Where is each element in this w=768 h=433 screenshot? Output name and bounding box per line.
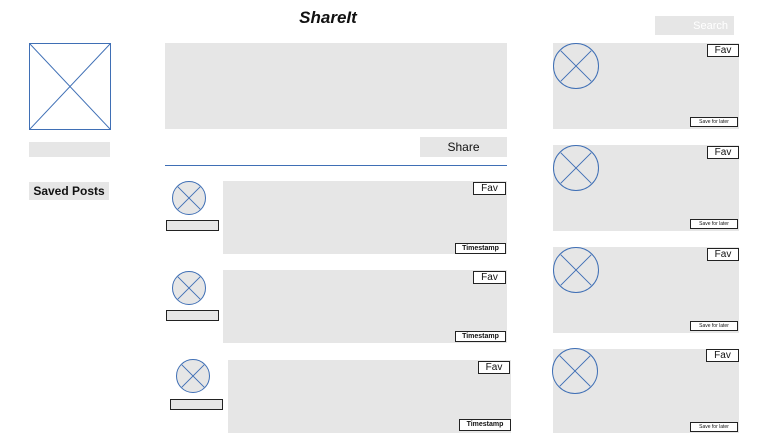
card-avatar <box>553 145 599 191</box>
share-button[interactable]: Share <box>420 137 507 157</box>
fav-button[interactable]: Fav <box>707 248 739 261</box>
card-avatar <box>553 43 599 89</box>
post-avatar <box>172 271 206 305</box>
save-for-later-button[interactable]: Save for later <box>690 219 738 229</box>
search-input[interactable] <box>655 16 734 35</box>
compose-post-area[interactable] <box>165 43 507 129</box>
profile-image-placeholder <box>29 43 111 130</box>
profile-name-placeholder <box>29 142 110 157</box>
fav-button[interactable]: Fav <box>478 361 510 374</box>
post-avatar <box>172 181 206 215</box>
post-timestamp: Timestamp <box>455 243 506 254</box>
post-author-name <box>170 399 223 410</box>
fav-button[interactable]: Fav <box>473 182 506 195</box>
post-author-name <box>166 310 219 321</box>
feed-divider <box>165 165 507 166</box>
card-avatar <box>553 247 599 293</box>
card-avatar <box>552 348 598 394</box>
fav-button[interactable]: Fav <box>473 271 506 284</box>
fav-button[interactable]: Fav <box>707 44 739 57</box>
save-for-later-button[interactable]: Save for later <box>690 422 738 432</box>
post-author-name <box>166 220 219 231</box>
post-timestamp: Timestamp <box>459 419 511 431</box>
post-timestamp: Timestamp <box>455 331 506 342</box>
fav-button[interactable]: Fav <box>707 146 739 159</box>
saved-posts-button[interactable]: Saved Posts <box>29 182 109 200</box>
save-for-later-button[interactable]: Save for later <box>690 321 738 331</box>
post-avatar <box>176 359 210 393</box>
app-title: ShareIt <box>299 8 357 27</box>
save-for-later-button[interactable]: Save for later <box>690 117 738 127</box>
fav-button[interactable]: Fav <box>706 349 739 362</box>
